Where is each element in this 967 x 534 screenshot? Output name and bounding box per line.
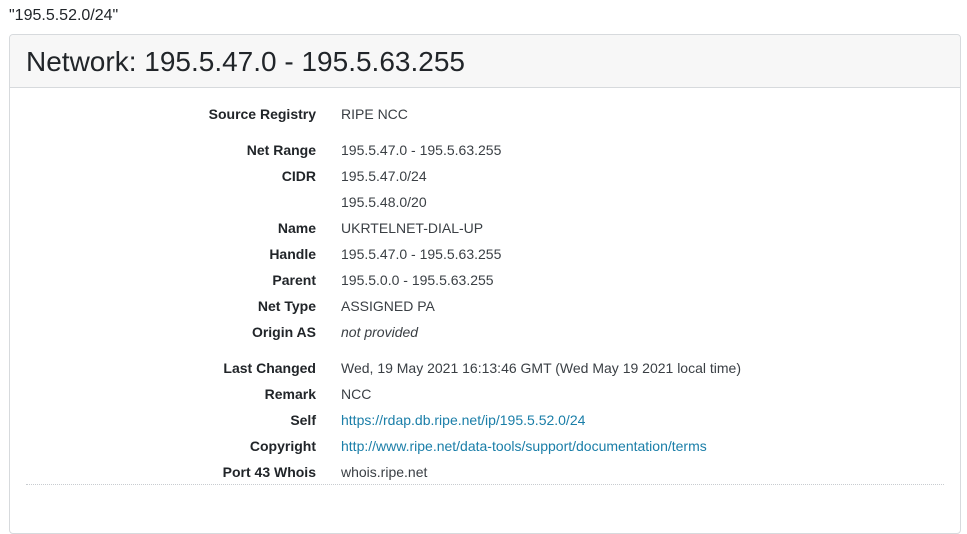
row-handle: Handle 195.5.47.0 - 195.5.63.255 <box>10 241 960 267</box>
origin-as-label: Origin AS <box>251 324 316 340</box>
parent-value: 195.5.0.0 - 195.5.63.255 <box>341 272 494 288</box>
row-parent: Parent 195.5.0.0 - 195.5.63.255 <box>10 267 960 293</box>
parent-label: Parent <box>272 272 316 288</box>
port43-value: whois.ripe.net <box>341 464 428 480</box>
handle-value: 195.5.47.0 - 195.5.63.255 <box>341 246 502 262</box>
last-changed-value: Wed, 19 May 2021 16:13:46 GMT (Wed May 1… <box>341 360 741 376</box>
cidr-value-2: 195.5.48.0/20 <box>341 194 427 210</box>
row-cidr-2: 195.5.48.0/20 <box>10 189 960 215</box>
last-changed-label: Last Changed <box>223 360 316 376</box>
section-divider <box>26 484 944 485</box>
row-source-registry: Source Registry RIPE NCC <box>10 101 960 127</box>
row-copyright: Copyright http://www.ripe.net/data-tools… <box>10 433 960 459</box>
net-type-value: ASSIGNED PA <box>341 298 435 314</box>
row-cidr: CIDR 195.5.47.0/24 <box>10 163 960 189</box>
card-header: Network: 195.5.47.0 - 195.5.63.255 <box>10 35 960 88</box>
copyright-link[interactable]: http://www.ripe.net/data-tools/support/d… <box>341 433 707 459</box>
name-value: UKRTELNET-DIAL-UP <box>341 220 484 236</box>
row-remark: Remark NCC <box>10 381 960 407</box>
card-title: Network: 195.5.47.0 - 195.5.63.255 <box>26 46 465 77</box>
copyright-label: Copyright <box>249 438 316 454</box>
network-card: Network: 195.5.47.0 - 195.5.63.255 Sourc… <box>9 34 961 534</box>
row-port43: Port 43 Whois whois.ripe.net <box>10 459 960 485</box>
handle-label: Handle <box>269 246 316 262</box>
remark-value: NCC <box>341 386 372 402</box>
query-text: "195.5.52.0/24" <box>9 7 119 24</box>
row-name: Name UKRTELNET-DIAL-UP <box>10 215 960 241</box>
origin-as-value: not provided <box>341 324 419 340</box>
self-label: Self <box>290 412 316 428</box>
net-range-value: 195.5.47.0 - 195.5.63.255 <box>341 142 502 158</box>
row-net-type: Net Type ASSIGNED PA <box>10 293 960 319</box>
source-registry-label: Source Registry <box>208 106 316 122</box>
row-last-changed: Last Changed Wed, 19 May 2021 16:13:46 G… <box>10 355 960 381</box>
row-net-range: Net Range 195.5.47.0 - 195.5.63.255 <box>10 137 960 163</box>
cidr-label: CIDR <box>281 168 316 184</box>
port43-label: Port 43 Whois <box>222 464 316 480</box>
net-type-label: Net Type <box>257 298 316 314</box>
cidr-value-1: 195.5.47.0/24 <box>341 168 427 184</box>
row-self: Self https://rdap.db.ripe.net/ip/195.5.5… <box>10 407 960 433</box>
self-link[interactable]: https://rdap.db.ripe.net/ip/195.5.52.0/2… <box>341 407 585 433</box>
row-origin-as: Origin AS not provided <box>10 319 960 345</box>
net-range-label: Net Range <box>246 142 316 158</box>
name-label: Name <box>277 220 316 236</box>
remark-label: Remark <box>264 386 316 402</box>
source-registry-value: RIPE NCC <box>341 106 408 122</box>
